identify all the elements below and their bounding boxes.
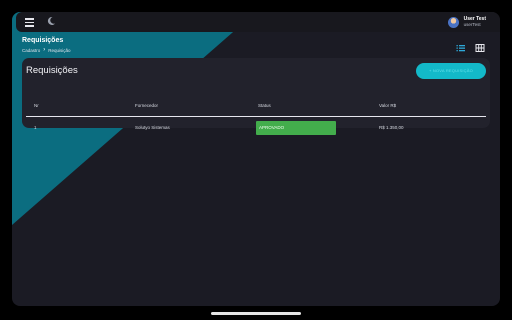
card-title: Requisições (26, 65, 78, 76)
chevron-right-icon: › (43, 47, 46, 53)
breadcrumb-item-cadastro[interactable]: Cadastro (22, 48, 40, 53)
column-header-valor[interactable]: Valor R$ (379, 103, 396, 108)
list-view-icon[interactable] (456, 40, 466, 52)
column-header-status[interactable]: Status (258, 103, 271, 108)
teal-background-shape (12, 12, 256, 225)
cell-nr: 1 (34, 125, 37, 130)
home-indicator[interactable] (211, 312, 301, 315)
user-menu[interactable]: User Test userTest (447, 15, 486, 29)
column-header-fornecedor[interactable]: Fornecedor (135, 103, 158, 108)
requisicoes-card: Requisições + NOVA REQUISIÇÃO Nr Fornece… (22, 58, 490, 135)
breadcrumb-item-requisicao: Requisição (48, 47, 71, 53)
moon-icon[interactable] (46, 16, 58, 28)
table-row[interactable]: 1 Solutyo Sistemas APROVADO R$ 1.350,00 (22, 121, 490, 137)
new-requisition-button[interactable]: + NOVA REQUISIÇÃO (416, 63, 486, 79)
page-title: Requisições (22, 37, 64, 44)
top-bar: User Test userTest (16, 12, 500, 32)
breadcrumb: Cadastro › Requisição (22, 47, 71, 53)
device-screen: User Test userTest Requisições Cadastro … (0, 0, 512, 320)
user-login: userTest (463, 22, 481, 27)
user-info: User Test userTest (464, 16, 486, 28)
grid-view-icon[interactable] (475, 40, 485, 52)
avatar[interactable] (447, 16, 459, 28)
app-window: User Test userTest Requisições Cadastro … (12, 12, 500, 306)
column-header-nr[interactable]: Nr (34, 103, 39, 108)
table-header: Nr Fornecedor Status Valor R$ (22, 103, 490, 117)
menu-icon[interactable] (24, 16, 36, 28)
cell-fornecedor: Solutyo Sistemas (135, 125, 170, 130)
header-divider (26, 116, 486, 117)
status-badge: APROVADO (256, 121, 336, 135)
cell-valor: R$ 1.350,00 (379, 125, 404, 130)
